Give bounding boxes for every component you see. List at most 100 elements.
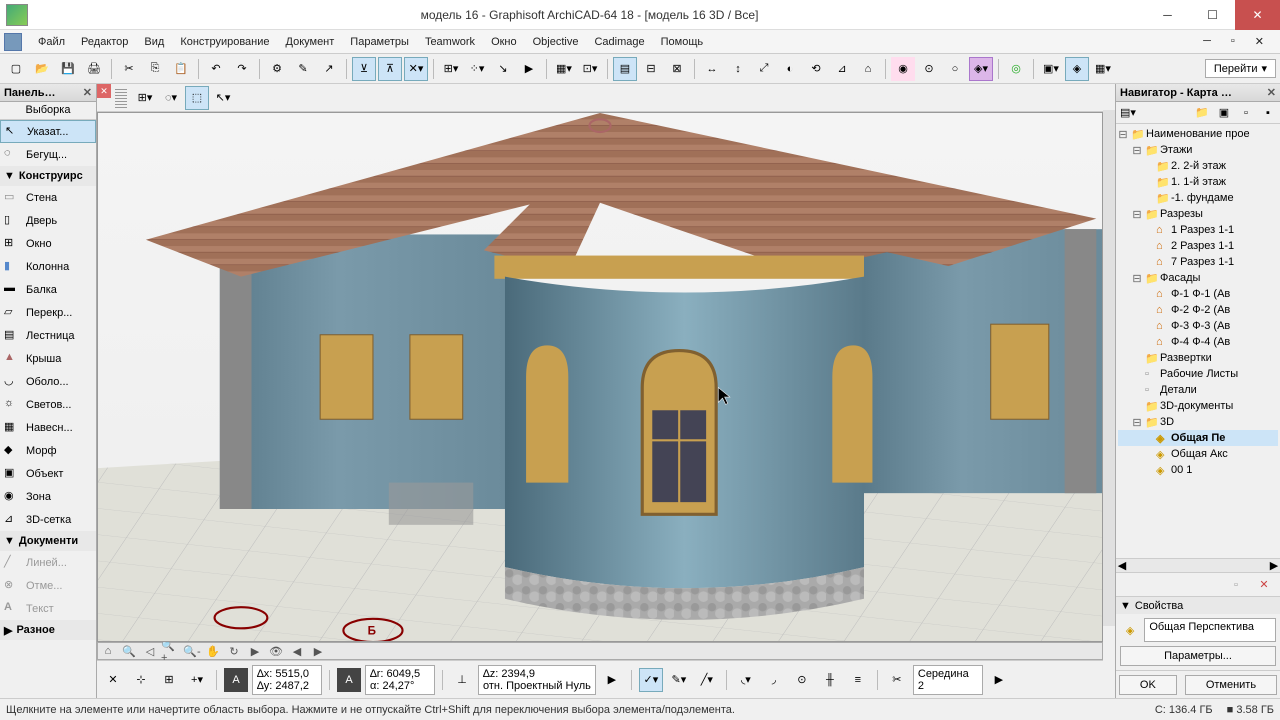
vc-zoomout[interactable]: 🔍- [182,643,202,659]
level-tool[interactable]: Отме... [0,574,96,597]
navigator-close-icon[interactable]: ✕ [1267,86,1276,99]
marquee-tool[interactable]: ◌Бегущ... [0,143,96,166]
vc-prev[interactable]: ◁ [140,643,160,659]
layer-a[interactable]: ▦▾ [552,57,576,81]
view-b[interactable]: ⊟ [639,57,663,81]
vc-walk[interactable]: ▶ [245,643,265,659]
tool-a[interactable]: ⚙ [265,57,289,81]
edit-f[interactable]: ⊿ [830,57,854,81]
skylight-tool[interactable]: Светов... [0,393,96,416]
cut-button[interactable] [117,57,141,81]
next-icon[interactable]: ▶ [600,668,624,692]
nav-a[interactable]: ▣▾ [1039,57,1063,81]
paste-button[interactable] [169,57,193,81]
info-b[interactable]: ◌▾ [159,86,183,110]
new-button[interactable] [4,57,28,81]
mdi-restore-icon[interactable]: ▫ [1223,35,1243,48]
copy-button[interactable] [143,57,167,81]
nav-view-map[interactable]: ▣ [1214,104,1234,122]
slab-tool[interactable]: Перекр... [0,301,96,324]
go-3d[interactable]: ◎ [1004,57,1028,81]
drag-handle-icon[interactable] [115,88,127,108]
toolbox-close-icon[interactable]: ✕ [83,86,92,99]
menu-options[interactable]: Параметры [342,36,417,48]
3d-viewport[interactable]: Б [97,112,1103,642]
more-category[interactable]: ▶ Разное [0,620,96,640]
menu-view[interactable]: Вид [136,36,172,48]
menu-edit[interactable]: Редактор [73,36,136,48]
vc-fit[interactable]: ⌂ [98,643,118,659]
snap4[interactable]: ◟▾ [734,668,758,692]
text-tool[interactable]: Текст [0,597,96,620]
nav-c[interactable]: ▦▾ [1091,57,1115,81]
mdi-close-icon[interactable]: ✕ [1247,35,1272,48]
vc-look[interactable]: 👁 [266,643,286,659]
stair-tool[interactable]: Лестница [0,324,96,347]
vertical-scrollbar[interactable] [1103,110,1115,626]
door-tool[interactable]: Дверь [0,209,96,232]
props-combo[interactable]: Общая Перспектива [1144,618,1276,642]
open-button[interactable] [30,57,54,81]
nav-delete-icon[interactable]: ✕ [1252,573,1276,597]
nav-b[interactable]: ◈ [1065,57,1089,81]
roof-tool[interactable]: Крыша [0,347,96,370]
goto-button[interactable]: Перейти ▾ [1205,59,1276,78]
menu-design[interactable]: Конструирование [172,36,277,48]
redo-button[interactable] [230,57,254,81]
morph-tool[interactable]: Морф [0,439,96,462]
menu-file[interactable]: Файл [30,36,73,48]
snap-c[interactable]: ✕▾ [404,57,428,81]
nav-hscroll[interactable]: ◀▶ [1116,558,1280,572]
snap-next[interactable]: ▶ [987,668,1011,692]
grid-c[interactable]: ↘ [491,57,515,81]
edit-d[interactable]: ◐ [778,57,802,81]
vc-zoom[interactable]: 🔍 [119,643,139,659]
nav-publisher[interactable]: ▪ [1258,104,1278,122]
window-tool[interactable]: Окно [0,232,96,255]
maximize-button[interactable]: ☐ [1190,0,1235,30]
snap5[interactable]: ◞ [762,668,786,692]
edit-e[interactable]: ⟲ [804,57,828,81]
curtain-tool[interactable]: Навесн... [0,416,96,439]
snap-b[interactable]: ⊼ [378,57,402,81]
print-button[interactable] [82,57,106,81]
grid-a[interactable]: ⊞▾ [439,57,463,81]
snap1[interactable]: ✓▾ [639,668,663,692]
edit-a[interactable]: ↔ [700,57,724,81]
minimize-button[interactable]: ─ [1145,0,1190,30]
dimension-tool[interactable]: Линей... [0,551,96,574]
column-tool[interactable]: Колонна [0,255,96,278]
render-d[interactable]: ◈▾ [969,57,993,81]
nav-layout[interactable]: ▫ [1236,104,1256,122]
edit-b[interactable]: ↕ [726,57,750,81]
pointer-tool[interactable]: Указат... [0,120,96,143]
snap2[interactable]: ✎▾ [667,668,691,692]
close-button[interactable]: ✕ [1235,0,1280,30]
menu-cadimage[interactable]: Cadimage [586,36,652,48]
snap-a[interactable]: ⊻ [352,57,376,81]
vc-fwd[interactable]: ▶ [308,643,328,659]
vc-zoomin[interactable]: 🔍+ [161,643,181,659]
mdi-minimize-icon[interactable]: ─ [1195,35,1219,48]
shell-tool[interactable]: Оболо... [0,370,96,393]
polar-icon[interactable]: A [337,668,361,692]
wall-tool[interactable]: Стена [0,186,96,209]
vc-orbit[interactable]: ↻ [224,643,244,659]
menu-window[interactable]: Окно [483,36,525,48]
info-c[interactable]: ⬚ [185,86,209,110]
grid-d[interactable]: ▶ [517,57,541,81]
view-a[interactable]: ▤ [613,57,637,81]
plus-icon[interactable]: +▾ [185,668,209,692]
snap8[interactable]: ≡ [846,668,870,692]
tab-close-icon[interactable]: ✕ [97,84,111,98]
vc-pan[interactable]: ✋ [203,643,223,659]
grid-b[interactable]: ⁘▾ [465,57,489,81]
vc-back[interactable]: ◀ [287,643,307,659]
info-a[interactable]: ⊞▾ [133,86,157,110]
properties-header[interactable]: ▼ Свойства [1116,596,1280,614]
nav-new-icon[interactable]: ▫ [1224,573,1248,597]
nav-project-map[interactable] [1192,104,1212,122]
params-button[interactable]: Параметры... [1120,646,1276,666]
menu-help[interactable]: Помощь [653,36,712,48]
tool-b[interactable]: ✎ [291,57,315,81]
